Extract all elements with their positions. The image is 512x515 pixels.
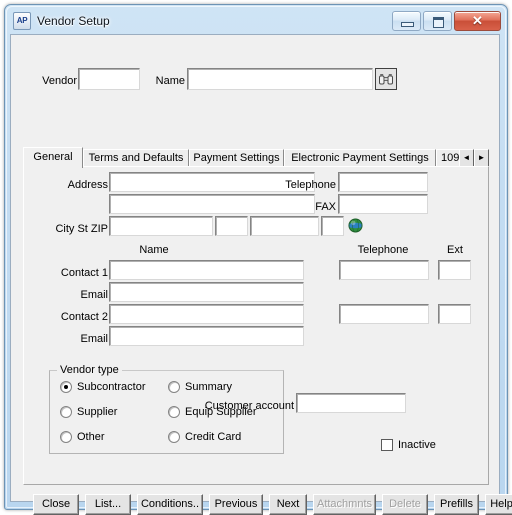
list-button[interactable]: List... [85,494,131,515]
contacts-telephone-column-header: Telephone [357,244,409,256]
customer-account-input[interactable] [296,393,406,413]
name-lookup-button[interactable] [375,68,397,90]
attachments-button: Attachmnts [313,494,376,515]
radio-label: Subcontractor [77,381,146,393]
inactive-label: Inactive [398,439,436,451]
tab-general[interactable]: General [23,147,83,168]
fax-label: FAX [315,201,336,213]
radio-indicator [168,406,180,418]
help-button[interactable]: Help [485,494,512,515]
maximize-icon [433,17,444,28]
customer-account-label: Customer account [204,400,294,412]
contact2-email-label: Email [80,333,108,345]
fax-input[interactable] [338,194,428,214]
prefills-button[interactable]: Prefills [434,494,479,515]
radio-summary[interactable]: Summary [168,381,232,393]
window-controls: ✕ [392,11,501,31]
contact2-email-input[interactable] [109,326,304,346]
tab-strip: General Terms and Defaults Payment Setti… [23,147,489,168]
contacts-ext-column-header: Ext [447,244,463,256]
radio-indicator [60,431,72,443]
contact1-name-input[interactable] [109,260,304,280]
radio-indicator [168,381,180,393]
vendor-input[interactable] [78,68,140,90]
contact1-email-input[interactable] [109,282,304,302]
title-bar[interactable]: AP Vendor Setup ✕ [10,8,502,34]
radio-credit-card[interactable]: Credit Card [168,431,241,443]
radio-label: Supplier [77,406,118,418]
close-icon: ✕ [472,13,483,28]
tab-scroll-right-button[interactable]: ► [474,149,489,167]
general-tab-panel: Address City St ZIP Telephone FAX Name T… [23,166,489,485]
radio-label: Credit Card [185,431,242,443]
close-button[interactable]: ✕ [454,11,501,31]
telephone-input[interactable] [338,172,428,192]
address-label: Address [67,179,108,191]
previous-button[interactable]: Previous [209,494,263,515]
dialog-client-area: Vendor Name General Terms and Defaults P… [10,34,512,515]
city-st-zip-label: City St ZIP [55,223,108,235]
delete-button: Delete [382,494,428,515]
contact2-label: Contact 2 [60,311,108,323]
maximize-button[interactable] [423,11,452,31]
radio-label: Other [77,431,105,443]
name-input[interactable] [187,68,373,90]
close-dialog-button[interactable]: Close [33,494,79,515]
binoculars-icon [379,73,393,84]
contact1-label: Contact 1 [60,267,108,279]
telephone-label: Telephone [285,179,336,191]
contact2-ext-input[interactable] [438,304,471,324]
minimize-button[interactable] [392,11,421,31]
tab-electronic-payment-settings[interactable]: Electronic Payment Settings [284,149,436,167]
radio-indicator [60,406,72,418]
zip-input[interactable] [250,216,319,236]
contact1-ext-input[interactable] [438,260,471,280]
conditions-button[interactable]: Conditions.. [137,494,203,515]
state-input[interactable] [215,216,248,236]
contact2-name-input[interactable] [109,304,304,324]
window-title: Vendor Setup [37,14,110,28]
checkbox-indicator [381,439,393,451]
contact2-telephone-input[interactable] [339,304,429,324]
contact1-telephone-input[interactable] [339,260,429,280]
vendor-setup-window: AP Vendor Setup ✕ Vendor Name General Te… [4,4,512,515]
vendor-label: Vendor [42,75,77,87]
next-button[interactable]: Next [269,494,307,515]
ap-module-icon: AP [13,12,31,30]
name-label: Name [155,75,185,87]
minimize-icon [401,22,414,27]
radio-indicator [168,431,180,443]
city-input[interactable] [109,216,213,236]
radio-label: Summary [185,381,233,393]
contact1-email-label: Email [80,289,108,301]
radio-supplier[interactable]: Supplier [60,406,117,418]
contacts-name-column-header: Name [139,244,169,256]
radio-subcontractor[interactable]: Subcontractor [60,381,145,393]
tab-scroll-left-button[interactable]: ◄ [459,149,474,167]
country-input[interactable] [321,216,344,236]
globe-icon[interactable] [348,218,363,233]
tab-payment-settings[interactable]: Payment Settings [189,149,284,167]
radio-indicator [60,381,72,393]
inactive-checkbox[interactable]: Inactive [381,439,436,451]
radio-other[interactable]: Other [60,431,105,443]
vendor-type-legend: Vendor type [57,365,122,376]
tab-terms-and-defaults[interactable]: Terms and Defaults [83,149,189,167]
